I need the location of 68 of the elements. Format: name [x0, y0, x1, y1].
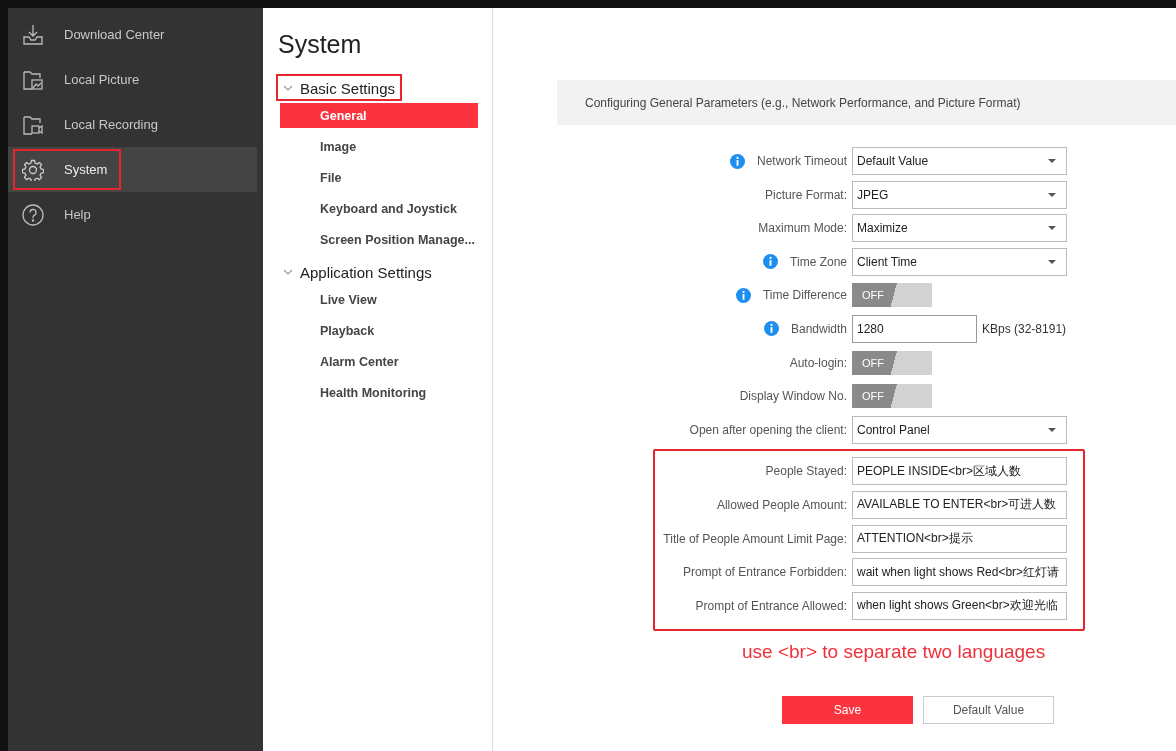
- info-icon[interactable]: [729, 153, 745, 169]
- sidebar-item[interactable]: Local Picture: [8, 57, 257, 102]
- dropdown[interactable]: Client Time: [852, 247, 1067, 276]
- nav-item[interactable]: Live View: [280, 287, 478, 312]
- download-icon: [22, 23, 44, 46]
- field-label: Prompt of Entrance Forbidden:: [682, 565, 847, 580]
- field-label: Prompt of Entrance Allowed:: [695, 598, 847, 613]
- dropdown[interactable]: Control Panel: [852, 415, 1067, 444]
- dropdown[interactable]: Default Value: [852, 147, 1067, 175]
- nav-item[interactable]: Health Monitoring: [280, 380, 478, 405]
- field-label: Time Zone: [790, 254, 847, 269]
- text-field[interactable]: 1280: [852, 314, 977, 343]
- nav-item[interactable]: Keyboard and Joystick: [280, 196, 478, 221]
- text-field[interactable]: wait when light shows Red<br>红灯请: [852, 558, 1067, 587]
- chevron-icon: [283, 267, 293, 277]
- annotation-note: use <br> to separate two languages: [742, 641, 1047, 665]
- field-label: Bandwidth: [790, 321, 847, 336]
- field-label: Maximum Mode:: [758, 221, 847, 236]
- field-label: Title of People Amount Limit Page:: [663, 531, 847, 546]
- nav-item[interactable]: Alarm Center: [280, 349, 478, 374]
- caret-icon: [1048, 427, 1056, 432]
- caret-icon: [1048, 159, 1056, 163]
- dropdown[interactable]: JPEG: [852, 180, 1067, 209]
- sidebar-label: Local Picture: [64, 72, 140, 87]
- sidebar-item[interactable]: Help: [8, 192, 257, 237]
- nav-item[interactable]: General: [280, 103, 478, 128]
- page-title: System: [278, 29, 362, 60]
- unit-label: KBps (32-8191): [982, 321, 1067, 336]
- chevron-icon: [283, 83, 293, 93]
- nav-item[interactable]: File: [280, 165, 478, 190]
- nav-item[interactable]: Playback: [280, 318, 478, 343]
- field-label: Display Window No.: [739, 389, 847, 404]
- sidebar-label: Local Recording: [64, 117, 158, 132]
- picture-folder-icon: [22, 68, 44, 91]
- default-value-button[interactable]: Default Value: [923, 696, 1054, 725]
- field-label: Network Timeout: [756, 154, 847, 168]
- caret-icon: [1048, 259, 1056, 264]
- field-label: Allowed People Amount:: [716, 497, 847, 512]
- sidebar-label: System: [64, 162, 108, 177]
- info-icon[interactable]: [763, 254, 779, 270]
- dropdown[interactable]: Maximize: [852, 214, 1067, 243]
- field-label: Auto-login:: [789, 355, 847, 370]
- info-icon[interactable]: [763, 321, 779, 337]
- settings-icon: [22, 158, 44, 181]
- field-label: People Stayed:: [765, 464, 847, 479]
- text-field[interactable]: PEOPLE INSIDE<br>区域人数: [852, 457, 1067, 486]
- save-button[interactable]: Save: [782, 696, 913, 725]
- text-field[interactable]: AVAILABLE TO ENTER<br>可进人数: [852, 490, 1067, 519]
- sidebar-item[interactable]: Download Center: [8, 12, 257, 57]
- info-icon[interactable]: [735, 287, 751, 303]
- video-folder-icon: [22, 113, 44, 136]
- caret-icon: [1048, 192, 1056, 197]
- nav-group-header[interactable]: Basic Settings: [276, 74, 403, 101]
- sidebar-item[interactable]: Local Recording: [8, 102, 257, 147]
- text-field[interactable]: when light shows Green<br>欢迎光临: [852, 591, 1067, 620]
- field-label: Picture Format:: [764, 187, 847, 202]
- caret-icon: [1048, 226, 1056, 231]
- sidebar-label: Help: [64, 207, 91, 222]
- text-field[interactable]: ATTENTION<br>提示: [852, 524, 1067, 553]
- sidebar-label: Download Center: [64, 27, 165, 42]
- nav-item[interactable]: Screen Position Manage...: [280, 227, 478, 252]
- field-label: Open after opening the client:: [689, 422, 847, 437]
- nav-item[interactable]: Image: [280, 134, 478, 159]
- sidebar-item[interactable]: System: [8, 147, 257, 192]
- nav-group-header[interactable]: Application Settings: [276, 258, 439, 285]
- field-label: Time Difference: [762, 288, 847, 303]
- panel-header-text: Configuring General Parameters (e.g., Network Performance, and Picture Format): [585, 95, 1021, 110]
- help-icon: [22, 203, 44, 226]
